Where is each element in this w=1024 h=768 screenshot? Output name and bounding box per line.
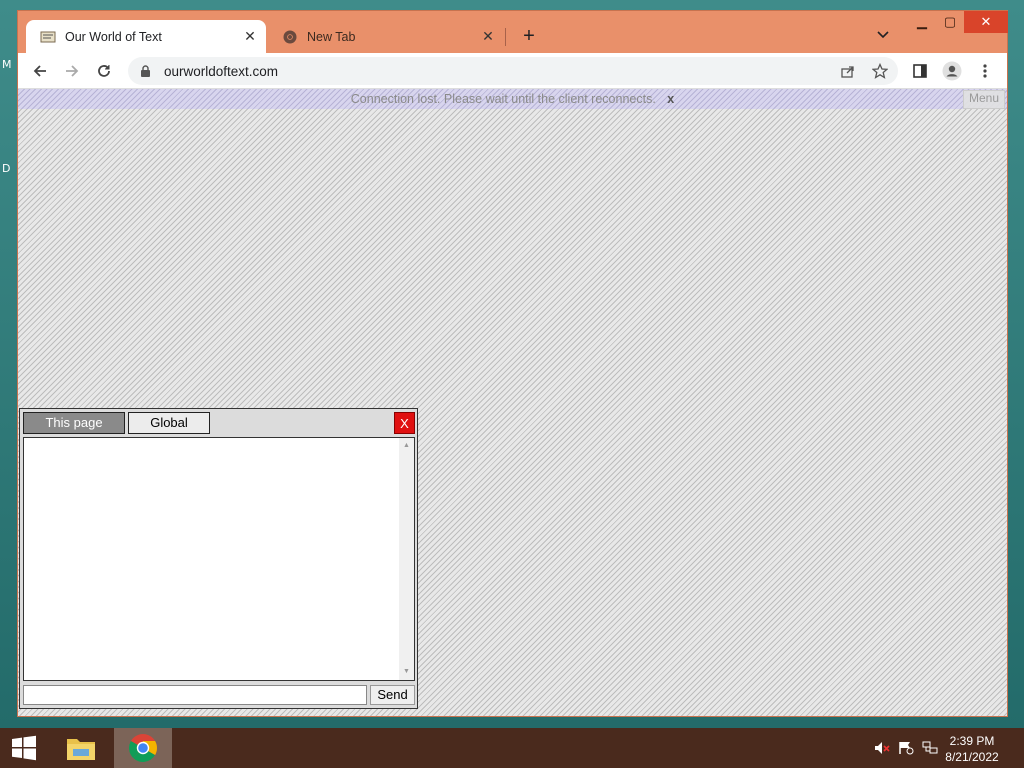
side-panel-icon[interactable]	[908, 59, 932, 83]
address-bar[interactable]: ourworldoftext.com	[128, 57, 898, 85]
tab-search-chevron-icon[interactable]	[876, 27, 894, 45]
file-explorer-icon[interactable]	[57, 728, 105, 768]
url-text: ourworldoftext.com	[164, 63, 279, 79]
menu-button[interactable]: Menu	[962, 90, 1005, 109]
lock-icon[interactable]	[140, 64, 154, 78]
connection-lost-banner: Connection lost. Please wait until the c…	[18, 89, 1007, 109]
profile-avatar-icon[interactable]	[940, 59, 964, 83]
bookmark-star-icon[interactable]	[868, 59, 892, 83]
clock-time: 2:39 PM	[949, 734, 995, 748]
close-tab-icon[interactable]: ✕	[478, 28, 498, 45]
connection-banner-close[interactable]: x	[667, 92, 674, 106]
maximize-icon[interactable]: ▢	[936, 11, 964, 33]
back-arrow-icon[interactable]	[28, 59, 52, 83]
system-clock[interactable]: 2:39 PM 8/21/2022	[937, 733, 1007, 765]
tab-title: New Tab	[307, 29, 356, 44]
chat-panel: This page Global X ▲ ▼ Send	[19, 408, 418, 709]
chat-close-button[interactable]: X	[394, 412, 415, 434]
text-world-canvas[interactable]: Connection lost. Please wait until the c…	[18, 89, 1007, 716]
chrome-taskbar-icon[interactable]	[114, 728, 172, 768]
browser-toolbar: ourworldoftext.com	[18, 53, 1007, 89]
close-tab-icon[interactable]: ✕	[240, 28, 260, 45]
desktop-icon-label: D	[2, 162, 11, 175]
chat-send-button[interactable]: Send	[370, 685, 415, 705]
scroll-down-arrow-icon[interactable]: ▼	[399, 666, 414, 678]
kebab-menu-icon[interactable]	[973, 59, 997, 83]
owot-favicon-icon	[40, 29, 56, 45]
taskbar: 2:39 PM 8/21/2022	[0, 728, 1024, 768]
windows-start-icon[interactable]	[0, 728, 48, 768]
share-icon[interactable]	[836, 59, 860, 83]
chrome-icon	[282, 29, 298, 45]
chat-tab-global[interactable]: Global	[128, 412, 210, 434]
reload-icon[interactable]	[92, 59, 116, 83]
minimize-icon[interactable]: ▁	[908, 11, 936, 33]
tab-title: Our World of Text	[65, 29, 162, 44]
connection-message: Connection lost. Please wait until the c…	[350, 92, 656, 106]
chat-messages-area[interactable]: ▲ ▼	[23, 437, 415, 681]
desktop-icon-label: M	[2, 58, 12, 71]
new-tab-plus-icon[interactable]: +	[518, 24, 540, 48]
forward-arrow-icon[interactable]	[60, 59, 84, 83]
tab-our-world-of-text[interactable]: Our World of Text ✕	[26, 20, 266, 53]
clock-date: 8/21/2022	[945, 750, 999, 764]
chat-input-field[interactable]	[23, 685, 367, 705]
network-icon[interactable]	[922, 740, 938, 756]
chat-scrollbar[interactable]: ▲ ▼	[399, 438, 414, 680]
scroll-up-arrow-icon[interactable]: ▲	[399, 440, 414, 452]
window-close-icon[interactable]: ✕	[964, 11, 1008, 33]
action-center-flag-icon[interactable]	[898, 740, 914, 756]
browser-window: Our World of Text ✕ New Tab ✕ + ▁ ▢ ✕ ou…	[17, 10, 1008, 717]
title-bar: Our World of Text ✕ New Tab ✕ + ▁ ▢ ✕	[18, 11, 1008, 53]
tab-divider	[505, 28, 506, 46]
tab-new-tab[interactable]: New Tab ✕	[268, 20, 504, 53]
volume-muted-icon[interactable]	[874, 740, 890, 756]
chat-tab-this-page[interactable]: This page	[23, 412, 125, 434]
